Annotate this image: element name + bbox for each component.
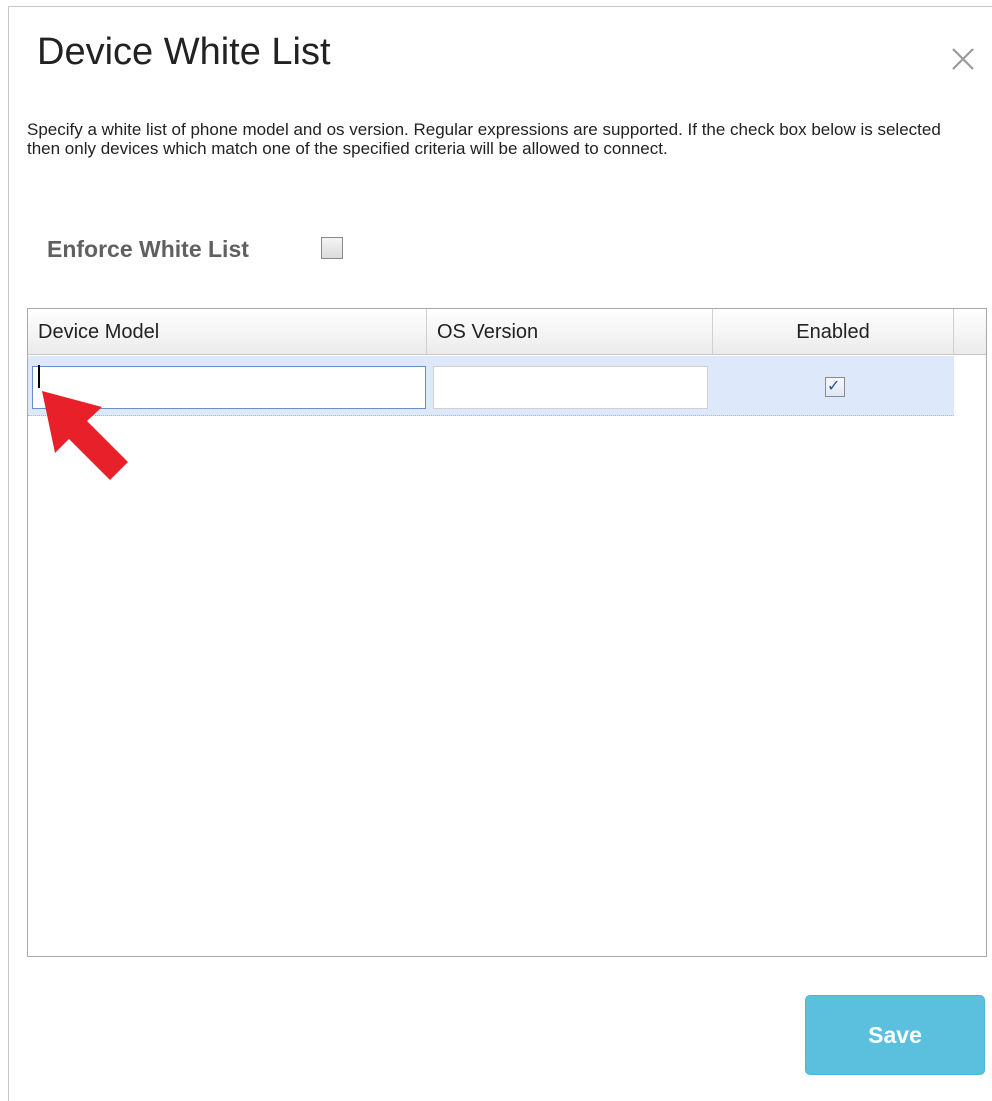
white-list-grid: Device Model OS Version Enabled ✓ — [27, 308, 987, 957]
close-icon[interactable] — [949, 45, 977, 73]
red-arrow-icon — [42, 391, 128, 480]
table-row[interactable]: ✓ — [28, 356, 954, 416]
column-header-os-version[interactable]: OS Version — [427, 309, 713, 354]
column-header-filler — [954, 309, 986, 354]
grid-header: Device Model OS Version Enabled — [28, 309, 986, 355]
column-header-device-model[interactable]: Device Model — [28, 309, 427, 354]
enforce-white-list-label: Enforce White List — [47, 236, 249, 262]
enforce-white-list-checkbox[interactable] — [321, 237, 343, 259]
device-white-list-dialog: Device White List Specify a white list o… — [8, 6, 992, 1101]
dialog-description: Specify a white list of phone model and … — [27, 120, 941, 158]
enabled-checkbox[interactable]: ✓ — [825, 377, 845, 397]
save-button[interactable]: Save — [805, 995, 985, 1075]
checkmark-icon: ✓ — [827, 378, 841, 395]
os-version-input[interactable] — [433, 366, 708, 409]
column-header-enabled[interactable]: Enabled — [713, 309, 954, 354]
dialog-title: Device White List — [37, 31, 331, 73]
